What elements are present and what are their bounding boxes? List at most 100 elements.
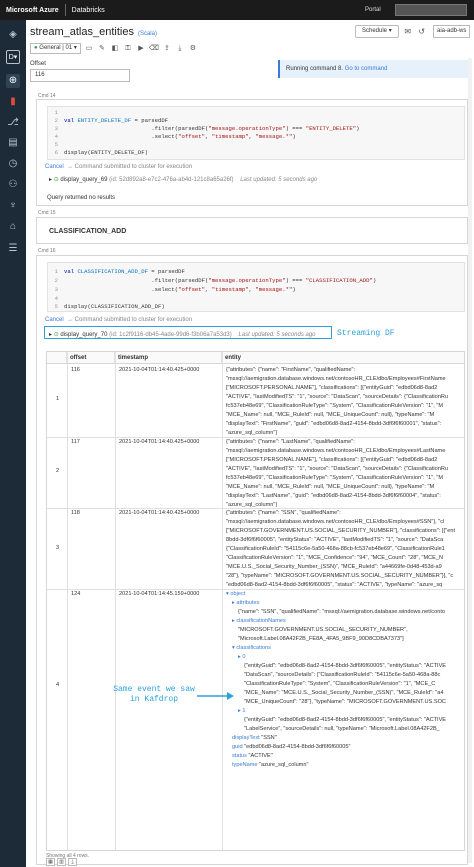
expand-triangle-icon[interactable]: ▸	[238, 654, 241, 660]
timestamp-cell: 2021-10-04T01:14:45.159+0000	[119, 591, 200, 597]
tree-node-display-text: displayText "SSN"	[232, 735, 277, 741]
table-header-timestamp[interactable]: timestamp	[115, 352, 222, 364]
settings-icon[interactable]: ⚙	[188, 43, 198, 54]
tree-node-index-0[interactable]: ▸ 0	[238, 654, 246, 660]
entity-line: fc537eb48e69", "ClassificationRuleType":…	[226, 475, 443, 481]
cell-cmd-14[interactable]: 1 2 val ENTITY_DELETE_DF = parsedDF 3 .fi…	[36, 99, 468, 206]
code-text: display(ENTITY_DELETE_DF)	[64, 149, 148, 156]
go-to-command-link[interactable]: Go to command	[345, 66, 388, 72]
comments-icon[interactable]: ✉	[403, 26, 413, 38]
tree-value: "ACTIVE"	[248, 753, 273, 759]
workspace-switcher-icon[interactable]: D▾	[6, 50, 20, 64]
query-row-69[interactable]: ▸ ⊙ display_query_69 (id: 52d892a8-e7c2-…	[49, 176, 317, 183]
entity-line: "MCE.U.S._Social_Security_Number_(SSN)",…	[226, 564, 442, 570]
view-icon[interactable]: ◧	[110, 43, 120, 54]
code-string: "offset"	[178, 286, 205, 293]
streaming-df-highlight-box	[44, 326, 332, 339]
code-text: ) ===	[285, 277, 306, 284]
code-editor-cmd-14[interactable]: 1 2 val ENTITY_DELETE_DF = parsedDF 3 .fi…	[47, 106, 465, 160]
notebook-name[interactable]: stream_atlas_entities	[30, 26, 134, 38]
cancel-link[interactable]: Cancel	[45, 317, 64, 323]
recents-icon[interactable]: ◷	[6, 157, 20, 171]
code-editor-cmd-16[interactable]: 1 val CLASSIFICATION_ADD_DF = parsedDF 2 …	[47, 262, 465, 312]
download-icon[interactable]: ⤓	[68, 858, 77, 866]
run-all-icon[interactable]: ▶	[136, 43, 146, 54]
export-icon[interactable]: ⤓	[175, 43, 185, 54]
chart-view-icon[interactable]: ▥	[57, 858, 66, 866]
portal-link[interactable]: Portal	[365, 7, 381, 13]
entity-line: "displayText": "FirstName", "guid": "edb…	[226, 421, 442, 427]
permissions-icon[interactable]: ⚿	[123, 43, 133, 54]
tree-key: attributes	[236, 600, 260, 606]
edit-icon[interactable]: ✎	[97, 43, 107, 54]
repos-icon[interactable]: ⎇	[6, 116, 20, 130]
clear-icon[interactable]: ⌫	[149, 43, 159, 54]
code-variable: ENTITY_DELETE_DF	[77, 117, 132, 124]
cluster-status-icon: ●	[34, 44, 38, 51]
clusters-icon[interactable]: ⚇	[6, 178, 20, 192]
running-status-icon: ⊙	[53, 177, 59, 183]
user-tag[interactable]: aia-adb-ws	[433, 25, 471, 38]
data-icon[interactable]: ▤	[6, 136, 20, 150]
tree-value: "MICROSOFT.GOVERNMENT.US.SOCIAL_SECURITY…	[238, 627, 408, 633]
tree-node-classifications[interactable]: ▾ classifications	[232, 645, 271, 651]
cancel-message: → Command submitted to cluster for execu…	[67, 317, 193, 323]
tree-key: classificationNames	[236, 618, 286, 624]
timestamp-cell: 2021-10-04T01:14:40.425+0000	[119, 367, 200, 373]
expand-triangle-icon[interactable]: ▸	[49, 177, 52, 183]
create-icon[interactable]: ⊕	[6, 74, 20, 88]
kafdrop-annotation: Same event we saw in Kafdrop	[113, 685, 195, 704]
table-header-entity[interactable]: entity	[222, 352, 464, 364]
annotation-arrow-icon	[197, 692, 234, 700]
collapse-triangle-icon[interactable]: ▾	[226, 591, 229, 597]
databricks-brand: Databricks	[71, 6, 105, 14]
line-number: 2	[54, 277, 58, 284]
notebook-title[interactable]: stream_atlas_entities (Scala)	[30, 26, 157, 38]
top-bar: Microsoft Azure Databricks Portal	[0, 0, 474, 20]
column-divider	[115, 352, 116, 850]
expand-triangle-icon[interactable]: ▸	[232, 600, 235, 606]
jobs-icon[interactable]: ⌂	[6, 220, 20, 234]
tree-node-classification-names[interactable]: ▸ classificationNames	[232, 618, 286, 624]
offset-cell: 116	[71, 367, 80, 373]
vertical-scrollbar[interactable]	[468, 58, 472, 863]
publish-icon[interactable]: ⇪	[162, 43, 172, 54]
offset-widget-label: Offset	[30, 61, 46, 67]
cell-cmd-15[interactable]: CLASSIFICATION_ADD	[36, 217, 468, 244]
query-name[interactable]: display_query_69	[60, 177, 107, 183]
table-header-offset[interactable]: offset	[67, 352, 115, 364]
table-view-icon[interactable]: ▦	[46, 858, 55, 866]
expand-triangle-icon[interactable]: ▸	[238, 708, 241, 714]
cancel-link[interactable]: Cancel	[45, 164, 64, 170]
cluster-selector[interactable]: ● General | 01 ▾	[30, 42, 81, 54]
expand-triangle-icon[interactable]: ▸	[232, 618, 235, 624]
code-text: ,	[205, 286, 212, 293]
markdown-heading: CLASSIFICATION_ADD	[49, 228, 127, 235]
row-number: 2	[56, 468, 60, 474]
tree-node-attributes[interactable]: ▸ attributes	[232, 600, 259, 606]
topbar-divider	[64, 4, 66, 16]
list-icon[interactable]: ☰	[6, 242, 20, 256]
row-number: 1	[56, 396, 60, 402]
entity-line: "ACTIVE", "lastModifiedTS": "1", "source…	[226, 466, 448, 472]
tree-value: "MCE_Name": "MCE.U.S._Social_Security_Nu…	[244, 690, 444, 696]
collapse-triangle-icon[interactable]: ▾	[232, 645, 235, 651]
layers-icon[interactable]: ◈	[6, 28, 20, 42]
schedule-button[interactable]: Schedule ▾	[355, 25, 399, 38]
row-divider	[47, 589, 464, 590]
notebook-actions: Schedule ▾ ✉ ↺	[355, 25, 427, 38]
notebook-toolbar: ● General | 01 ▾ ▭ ✎ ◧ ⚿ ▶ ⌫ ⇪ ⤓ ⚙	[30, 42, 198, 54]
history-icon[interactable]: ↺	[417, 26, 427, 38]
tree-node-type-name: typeName "azure_sql_column"	[232, 762, 308, 768]
column-divider	[67, 352, 68, 850]
line-number: 3	[54, 286, 58, 293]
file-icon[interactable]: ▭	[84, 43, 94, 54]
user-account-box[interactable]	[395, 4, 467, 16]
result-table[interactable]: offset timestamp entity 1 116 2021-10-04…	[46, 351, 465, 851]
workspace-icon[interactable]: ▮	[6, 95, 20, 109]
tree-node-object[interactable]: ▾ object	[226, 591, 245, 597]
tree-node-index-1[interactable]: ▸ 1	[238, 708, 246, 714]
models-icon[interactable]: ♆	[6, 199, 20, 213]
offset-widget-input[interactable]: 116	[30, 69, 130, 82]
entity-line: "edbd06d8-8ad2-4154-8bdd-3df6f6f60005", …	[226, 582, 443, 588]
